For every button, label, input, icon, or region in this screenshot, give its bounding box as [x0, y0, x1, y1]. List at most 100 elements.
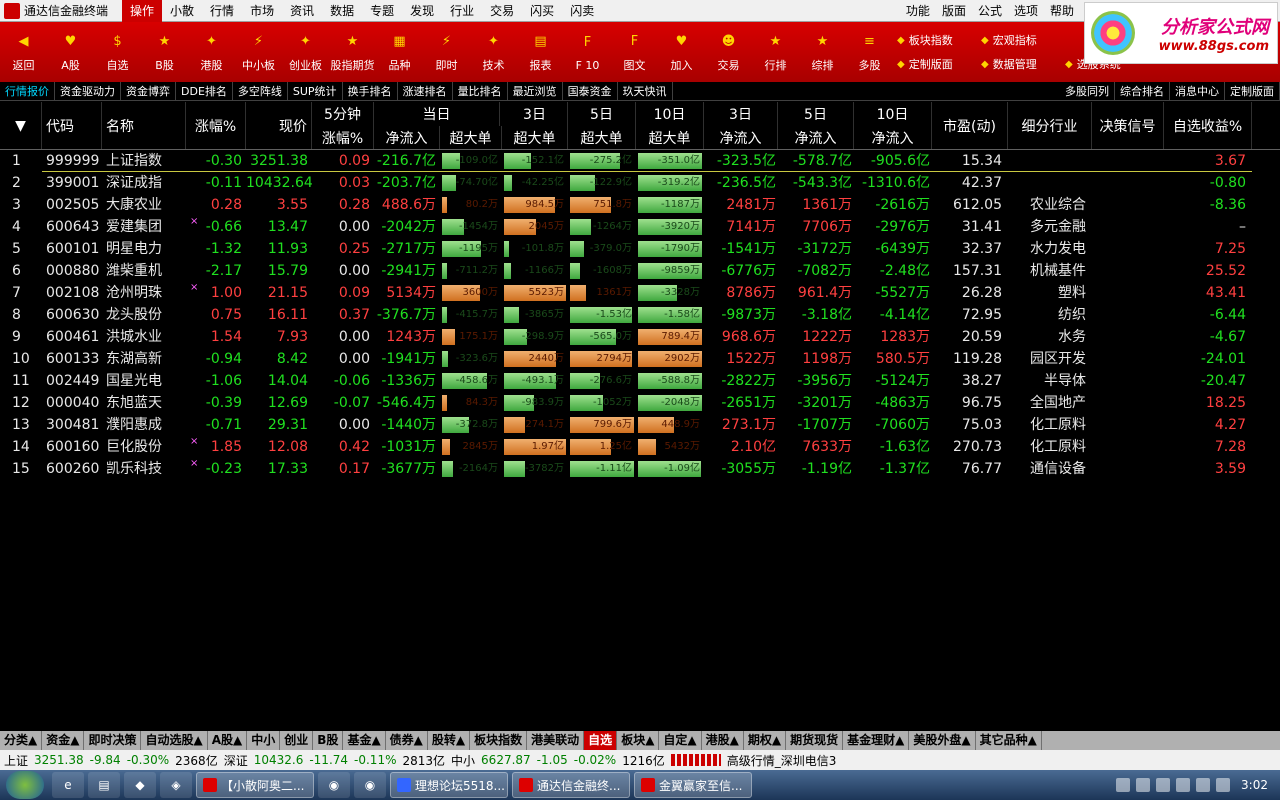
toolbar-button[interactable]: $ 自选 [94, 22, 141, 82]
bottom-tab[interactable]: 基金理财▲ [843, 731, 910, 750]
menu-item[interactable]: 专题 [362, 0, 402, 22]
toolbar-button[interactable]: ⚡ 中小板 [235, 22, 282, 82]
toolbar-button[interactable]: ✦ 港股 [188, 22, 235, 82]
toolbar-button[interactable]: ✦ 创业板 [282, 22, 329, 82]
table-row[interactable]: 3 002505 大康农业 0.28 3.55 0.28 488.6万 2481万 1361万 -… [0, 194, 1280, 216]
app-icon[interactable]: ◆ [124, 772, 156, 798]
bottom-tab[interactable]: 创业 [280, 731, 314, 750]
bottom-tab[interactable]: 自定▲ [659, 731, 702, 750]
network-icon[interactable] [1196, 778, 1211, 792]
toolbar-button[interactable]: ★ 行排 [752, 22, 799, 82]
col-price[interactable]: 现价 [246, 102, 312, 150]
tray-icon[interactable] [1136, 778, 1151, 792]
sub-tab[interactable]: 综合排名 [1115, 82, 1170, 100]
toolbar-button[interactable]: ⚡ 即时 [423, 22, 470, 82]
volume-icon[interactable] [1216, 778, 1231, 792]
toolbar-button[interactable]: ▤ 报表 [517, 22, 564, 82]
bottom-tab[interactable]: 自动选股▲ [141, 731, 208, 750]
bottom-tab[interactable]: 自选 [584, 731, 618, 750]
menu-item[interactable]: 操作 [122, 0, 163, 22]
menu-item-function[interactable]: 功能 [900, 0, 936, 22]
menu-item[interactable]: 市场 [242, 0, 282, 22]
col-change[interactable]: 涨幅% [186, 102, 246, 150]
sub-tab[interactable]: 多股同列 [1060, 82, 1115, 100]
table-row[interactable]: 12 000040 东旭蓝天 -0.39 12.69 -0.07 -546.4万 -2651万… [0, 392, 1280, 414]
table-row[interactable]: 8 600630 龙头股份 0.75 16.11 0.37 -376.7万 -9873万 -3.… [0, 304, 1280, 326]
toolbar-button[interactable]: ≡ 多股 [846, 22, 893, 82]
table-row[interactable]: 13 300481 濮阳惠成 -0.71 29.31 0.00 -1440万 273.1万 -1… [0, 414, 1280, 436]
menu-item[interactable]: 行业 [442, 0, 482, 22]
bottom-tab[interactable]: 资金▲ [42, 731, 85, 750]
sort-menu-icon[interactable]: ▼ [0, 102, 42, 150]
col-pe[interactable]: 市盈(动) [932, 102, 1008, 150]
sub-tab[interactable]: 换手排名 [343, 82, 398, 100]
sub-tab[interactable]: 消息中心 [1170, 82, 1225, 100]
bottom-tab[interactable]: 即时决策 [84, 731, 142, 750]
sub-tab[interactable]: 涨速排名 [398, 82, 453, 100]
toolbar-button[interactable]: F F 10 [564, 22, 611, 82]
table-row[interactable]: 6 000880 潍柴重机 -2.17 15.79 0.00 -2941万 -6776万 -70… [0, 260, 1280, 282]
bottom-tab[interactable]: 分类▲ [0, 731, 43, 750]
toolbar-button[interactable]: ♥ A股 [47, 22, 94, 82]
toolbar-button[interactable]: F 图文 [611, 22, 658, 82]
menu-item[interactable]: 资讯 [282, 0, 322, 22]
menu-item-formula[interactable]: 公式 [972, 0, 1008, 22]
col-3d-super[interactable]: 超大单 [502, 126, 568, 150]
bottom-tab[interactable]: 期权▲ [744, 731, 787, 750]
menu-item[interactable]: 闪买 [522, 0, 562, 22]
col-10d-net[interactable]: 净流入 [854, 126, 932, 150]
table-row[interactable]: 10 600133 东湖高新 -0.94 8.42 0.00 -1941万 1522万 1198… [0, 348, 1280, 370]
tray-icon[interactable] [1156, 778, 1171, 792]
menu-item[interactable]: 发现 [402, 0, 442, 22]
app-icon[interactable]: ◉ [354, 772, 386, 798]
menu-item[interactable]: 交易 [482, 0, 522, 22]
app-icon[interactable]: ◈ [160, 772, 192, 798]
sub-tab[interactable]: 资金驱动力 [55, 82, 121, 100]
col-code[interactable]: 代码 [42, 102, 102, 150]
table-row[interactable]: 4 600643 爱建集团 -0.66 13.47 0.00 -2042万 7141万 7706… [0, 216, 1280, 238]
toolbar-button[interactable]: ★ 股指期货 [329, 22, 376, 82]
tray-icon[interactable] [1116, 778, 1131, 792]
bottom-tab[interactable]: 板块指数 [470, 731, 528, 750]
toolbar-button[interactable]: ✦ 技术 [470, 22, 517, 82]
table-row[interactable]: 5 600101 明星电力 -1.32 11.93 0.25 -2717万 -1541万 -31… [0, 238, 1280, 260]
menu-item-help[interactable]: 帮助 [1044, 0, 1080, 22]
bottom-tab[interactable]: 债券▲ [386, 731, 428, 750]
menu-item[interactable]: 小散 [162, 0, 202, 22]
toolbar-button[interactable]: ♥ 加入 [658, 22, 705, 82]
col-5d-net[interactable]: 净流入 [778, 126, 854, 150]
table-row[interactable]: 1 999999 上证指数 -0.30 3251.38 0.09 -216.7亿 -323.5… [0, 150, 1280, 172]
sub-tab[interactable]: 资金博弈 [121, 82, 176, 100]
col-today-net[interactable]: 净流入 [374, 126, 440, 150]
clock[interactable]: 3:02 [1241, 778, 1268, 792]
sub-tab[interactable]: 国泰资金 [563, 82, 618, 100]
app-icon[interactable]: ◉ [318, 772, 350, 798]
folder-icon[interactable]: ▤ [88, 772, 120, 798]
sub-tab[interactable]: 玖天快讯 [618, 82, 673, 100]
bottom-tab[interactable]: 基金▲ [343, 731, 386, 750]
col-3d-net[interactable]: 净流入 [704, 126, 778, 150]
toolbar-button[interactable]: ★ 综排 [799, 22, 846, 82]
toolbar-link[interactable]: ◆ 宏观指标 [981, 28, 1065, 52]
toolbar-link[interactable]: ◆ 定制版面 [897, 52, 981, 76]
table-row[interactable]: 11 002449 国星光电 -1.06 14.04 -0.06 -1336万 -2822万 -… [0, 370, 1280, 392]
menu-item-layout[interactable]: 版面 [936, 0, 972, 22]
server-name[interactable]: 高级行情_深圳电信3 [727, 752, 837, 769]
toolbar-button[interactable]: ★ B股 [141, 22, 188, 82]
col-5min-top[interactable]: 5分钟 [312, 102, 374, 126]
col-5d-super[interactable]: 超大单 [568, 126, 636, 150]
sub-tab[interactable]: SUP统计 [288, 82, 343, 100]
tray-icon[interactable] [1176, 778, 1191, 792]
menu-item[interactable]: 数据 [322, 0, 362, 22]
col-name[interactable]: 名称 [102, 102, 186, 150]
table-row[interactable]: 15 600260 凯乐科技 -0.23 17.33 0.17 -3677万 -3055万 -1… [0, 458, 1280, 480]
table-row[interactable]: 14 600160 巨化股份 1.85 12.08 0.42 -1031万 2.10亿 7633… [0, 436, 1280, 458]
taskbar-window[interactable]: 金翼赢家至信... [634, 772, 752, 798]
ie-icon[interactable]: e [52, 772, 84, 798]
start-button[interactable] [6, 771, 44, 799]
col-5min-bottom[interactable]: 涨幅% [312, 126, 374, 150]
bottom-tab[interactable]: 港股▲ [702, 731, 744, 750]
bottom-tab[interactable]: 美股外盘▲ [909, 731, 976, 750]
bottom-tab[interactable]: 板块▲ [617, 731, 660, 750]
bottom-tab[interactable]: 股转▲ [428, 731, 471, 750]
